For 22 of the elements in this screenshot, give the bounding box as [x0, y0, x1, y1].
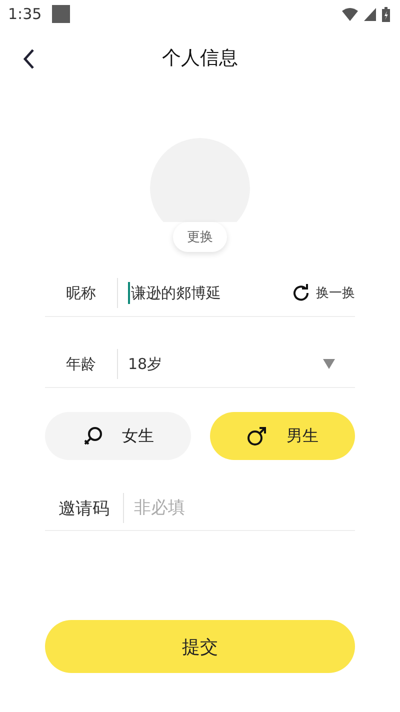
- dropdown-arrow-icon: [323, 359, 335, 369]
- male-symbol-icon: [246, 425, 268, 447]
- submit-button[interactable]: 提交: [45, 620, 355, 673]
- back-icon[interactable]: [22, 48, 36, 70]
- gender-option[interactable]: 女生: [45, 412, 190, 460]
- invite-code-label: 邀请码: [58, 498, 110, 520]
- refresh-icon: [292, 284, 310, 302]
- nickname-label: 昵称: [65, 284, 97, 302]
- female-symbol-icon: [82, 425, 104, 447]
- wifi-icon: [342, 8, 358, 20]
- age-dropdown[interactable]: 18岁: [128, 344, 355, 384]
- battery-icon: [382, 6, 390, 22]
- notification-icon: [52, 5, 70, 23]
- invite-code-field[interactable]: 非必填: [134, 498, 314, 518]
- signal-icon: [364, 8, 376, 20]
- change-avatar-button[interactable]: 更换: [173, 222, 227, 252]
- nickname-field[interactable]: 谦逊的郯博延: [128, 282, 292, 304]
- page-title: 个人信息: [162, 46, 238, 71]
- age-label: 年龄: [65, 354, 97, 374]
- shuffle-button[interactable]: 换一换: [292, 284, 355, 302]
- gender-option[interactable]: 男生: [210, 412, 355, 460]
- status-time: 1:35: [8, 5, 42, 23]
